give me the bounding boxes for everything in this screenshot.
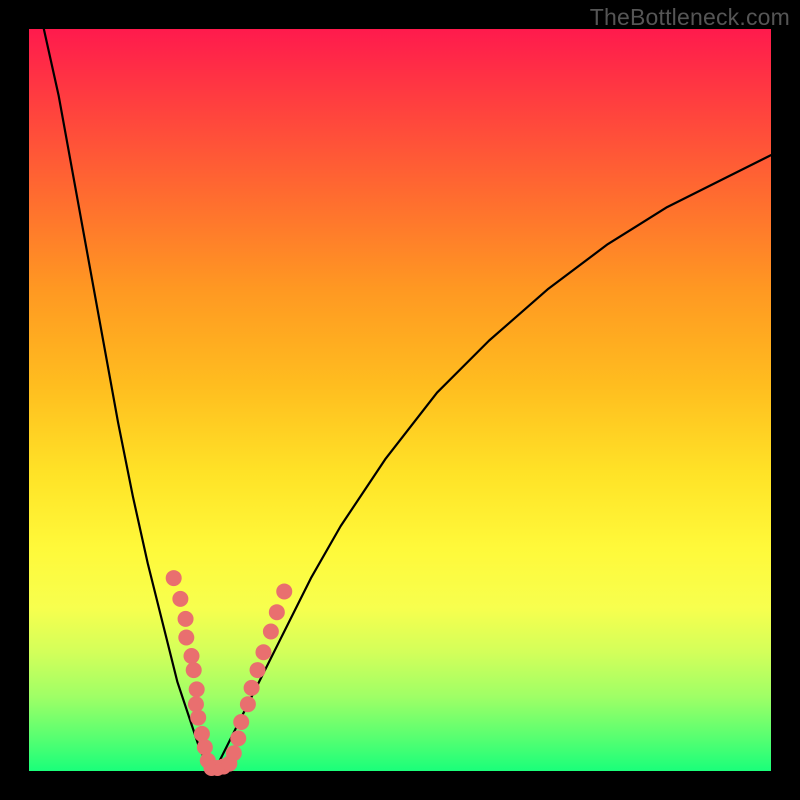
dot-salmon-dots-left (188, 696, 204, 712)
watermark-text: TheBottleneck.com (590, 4, 790, 31)
dot-salmon-dots-right (240, 696, 256, 712)
dot-salmon-dots-left (172, 591, 188, 607)
dot-salmon-dots-left (166, 570, 182, 586)
dot-salmon-dots-left (178, 611, 194, 627)
dot-salmon-dots-right (233, 714, 249, 730)
dot-salmon-dots-left (194, 726, 210, 742)
chart-svg (29, 29, 771, 771)
dot-salmon-dots-left (189, 681, 205, 697)
dot-salmon-dots-right (244, 680, 260, 696)
dot-salmon-dots-right (226, 745, 242, 761)
dot-salmon-dots-left (186, 662, 202, 678)
dot-salmon-dots-right (276, 583, 292, 599)
dot-salmon-dots-left (178, 629, 194, 645)
chart-frame: TheBottleneck.com (0, 0, 800, 800)
dot-salmon-dots-left (197, 739, 213, 755)
dot-salmon-dots-right (263, 624, 279, 640)
dot-salmon-dots-right (230, 730, 246, 746)
dot-salmon-dots-left (184, 648, 200, 664)
dot-salmon-dots-right (255, 644, 271, 660)
dot-salmon-dots-left (190, 710, 206, 726)
dot-salmon-dots-right (269, 604, 285, 620)
dot-salmon-dots-right (250, 662, 266, 678)
curve-right-curve (215, 155, 772, 771)
